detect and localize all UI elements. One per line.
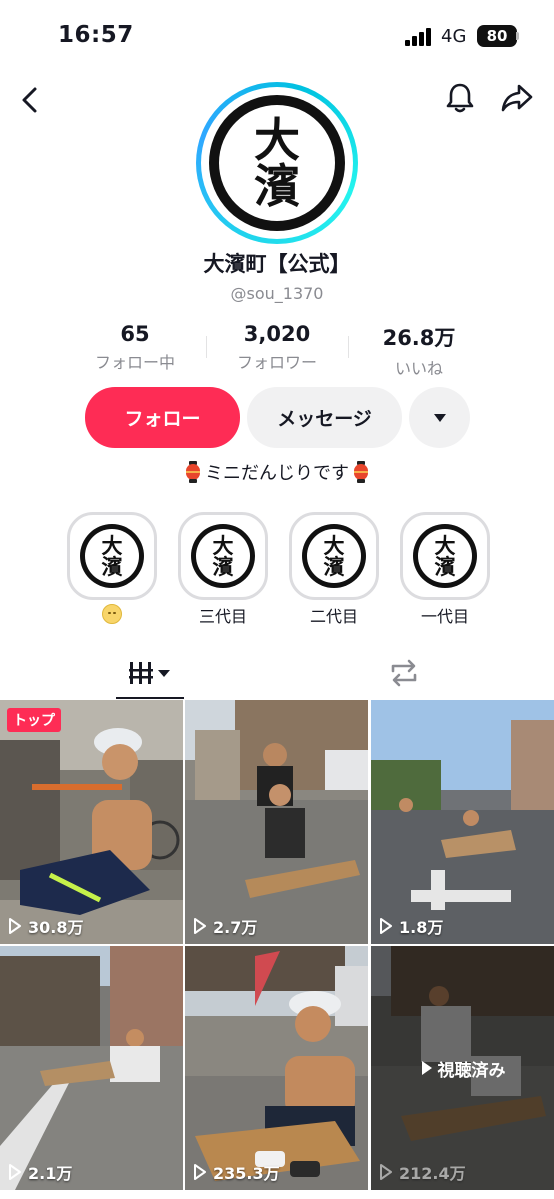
username: @sou_1370	[230, 284, 324, 303]
status-bar: 16:57 4G 80	[0, 0, 554, 70]
lantern-icon	[185, 461, 201, 483]
highlight-frame: 大濱	[289, 512, 379, 600]
following-count: 65	[120, 322, 150, 346]
more-options-button[interactable]	[409, 387, 470, 448]
play-icon	[9, 1164, 21, 1180]
notification-button[interactable]	[440, 78, 480, 118]
grid-icon	[129, 662, 170, 684]
play-icon	[194, 1164, 206, 1180]
signal-icon	[405, 28, 433, 46]
follow-button[interactable]: フォロー	[85, 387, 240, 448]
smiley-face-icon	[102, 604, 122, 624]
message-button[interactable]: メッセージ	[247, 387, 402, 448]
play-icon	[380, 918, 392, 934]
video-thumbnail-image	[185, 946, 368, 1190]
highlight-frame: 大濱	[67, 512, 157, 600]
highlight-item[interactable]: 大濱 三代目	[178, 512, 268, 626]
highlight-label	[67, 603, 157, 625]
play-icon	[194, 918, 206, 934]
video-thumbnail-image	[185, 700, 368, 944]
top-badge: トップ	[7, 708, 61, 732]
play-icon	[421, 1061, 432, 1075]
caret-down-icon	[433, 413, 446, 422]
status-time: 16:57	[58, 22, 134, 48]
video-thumbnail-image	[0, 700, 183, 944]
bio: ミニだんじりです	[0, 459, 554, 485]
video-thumbnail[interactable]: 2.7万	[185, 700, 368, 944]
chevron-left-icon	[22, 87, 37, 113]
bio-text: ミニだんじりです	[205, 463, 349, 484]
highlight-logo: 大濱	[80, 524, 144, 588]
video-thumbnail[interactable]: 2.1万	[0, 946, 183, 1190]
play-icon	[9, 918, 21, 934]
highlight-item[interactable]: 大濱 二代目	[289, 512, 379, 626]
highlight-label: 二代目	[309, 607, 358, 626]
video-thumbnail[interactable]: 1.8万	[371, 700, 554, 944]
avatar-logo: 大 濱	[209, 95, 345, 231]
video-thumbnail-image	[0, 946, 183, 1190]
likes-label: いいね	[394, 359, 443, 378]
display-name: 大濱町【公式】	[203, 252, 351, 276]
view-count: 212.4万	[379, 1160, 466, 1184]
battery-tip	[516, 32, 519, 40]
network-type: 4G	[441, 26, 467, 47]
video-thumbnail[interactable]: 視聴済み 212.4万	[371, 946, 554, 1190]
avatar[interactable]: 大 濱	[201, 87, 353, 239]
highlight-item[interactable]: 大濱 一代目	[400, 512, 490, 626]
stat-following[interactable]: 65 フォロー中	[65, 322, 205, 373]
highlight-frame: 大濱	[178, 512, 268, 600]
highlight-frame: 大濱	[400, 512, 490, 600]
repost-icon	[391, 659, 417, 687]
highlight-logo: 大濱	[191, 524, 255, 588]
bell-icon	[446, 83, 474, 113]
highlight-logo: 大濱	[302, 524, 366, 588]
video-thumbnail-image	[371, 700, 554, 944]
share-arrow-icon	[501, 84, 533, 112]
highlight-logo: 大濱	[413, 524, 477, 588]
following-label: フォロー中	[94, 353, 175, 372]
share-button[interactable]	[496, 78, 538, 118]
avatar-logo-inner: 大 濱	[219, 105, 335, 221]
tab-videos[interactable]	[116, 650, 184, 696]
stat-followers[interactable]: 3,020 フォロワー	[207, 322, 347, 373]
stat-likes[interactable]: 26.8万 いいね	[349, 322, 489, 379]
view-count: 2.1万	[8, 1160, 72, 1184]
view-count: 235.3万	[193, 1160, 280, 1184]
battery-icon: 80	[477, 25, 517, 47]
logo-char-bottom: 濱	[254, 159, 300, 213]
view-count: 30.8万	[8, 914, 83, 938]
highlight-label: 三代目	[198, 607, 247, 626]
video-thumbnail[interactable]: 235.3万	[185, 946, 368, 1190]
tab-repost[interactable]	[370, 650, 438, 696]
battery-level: 80	[486, 27, 508, 45]
video-thumbnail[interactable]: トップ 30.8万	[0, 700, 183, 944]
followers-count: 3,020	[243, 322, 311, 346]
play-icon	[380, 1164, 392, 1180]
highlight-item[interactable]: 大濱	[67, 512, 157, 625]
view-count: 1.8万	[379, 914, 443, 938]
view-count: 2.7万	[193, 914, 257, 938]
tab-underline	[116, 697, 184, 699]
followers-label: フォロワー	[236, 353, 317, 372]
highlight-label: 一代目	[420, 607, 469, 626]
logo-char-top: 大	[254, 113, 300, 167]
lantern-icon	[353, 461, 369, 483]
likes-count: 26.8万	[382, 326, 456, 350]
watched-overlay: 視聴済み	[371, 946, 554, 1190]
back-button[interactable]	[10, 80, 50, 120]
watched-label: 視聴済み	[437, 1060, 506, 1081]
